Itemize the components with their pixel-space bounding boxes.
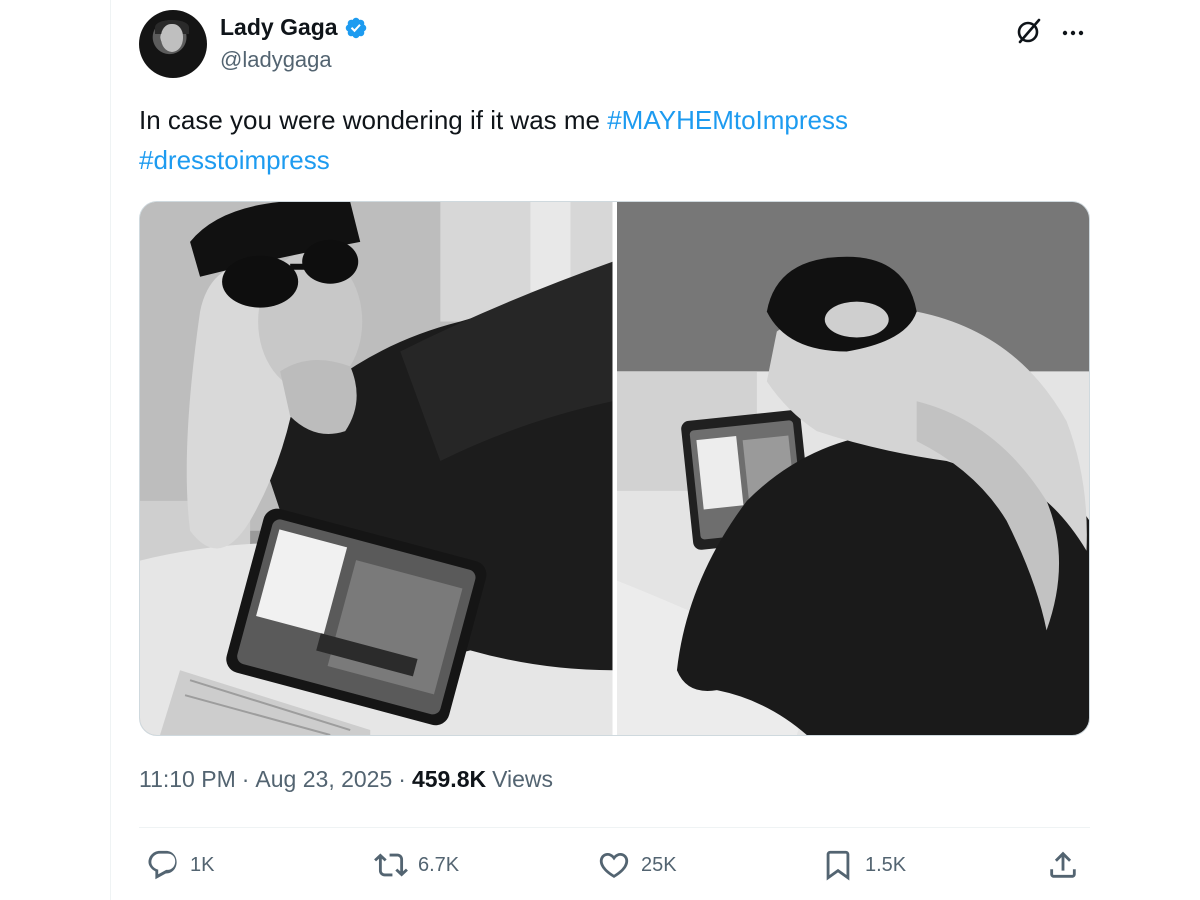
share-icon [1050, 851, 1076, 878]
tweet-date[interactable]: Aug 23, 2025 [255, 766, 392, 793]
repost-count: 6.7K [418, 853, 460, 876]
author-handle[interactable]: @ladygaga [220, 47, 332, 73]
bookmark-icon [826, 850, 850, 881]
tweet-header: Lady Gaga @ladygaga [138, 8, 1090, 78]
meta-separator: · [398, 766, 406, 792]
author-name[interactable]: Lady Gaga [220, 14, 338, 41]
meta-separator: · [241, 766, 250, 792]
heart-icon [599, 852, 629, 878]
grok-icon[interactable] [1014, 16, 1044, 46]
reply-icon [148, 850, 177, 880]
bookmark-count: 1.5K [865, 853, 907, 876]
like-button[interactable]: 25K [597, 848, 677, 882]
media-grid [139, 201, 1090, 736]
timeline-border [110, 0, 111, 900]
reply-count: 1K [190, 853, 215, 876]
photo-selfie-with-tablet[interactable] [140, 202, 613, 735]
tweet-time[interactable]: 11:10 PM [139, 766, 236, 793]
repost-icon [374, 853, 408, 877]
views-count: 459.8K [411, 766, 487, 792]
tweet-body: In case you were wondering if it was me [139, 105, 608, 135]
views-label: Views [492, 766, 554, 792]
author-name-row: Lady Gaga [220, 14, 368, 41]
repost-button[interactable]: 6.7K [374, 848, 459, 882]
tweet-meta: 11:10 PM · Aug 23, 2025 · 459.8K Views [139, 766, 553, 793]
reply-button[interactable]: 1K [146, 848, 214, 882]
verified-badge-icon[interactable] [344, 16, 368, 40]
photo-back-view-playing-tablet[interactable] [616, 202, 1089, 735]
tweet-text: In case you were wondering if it was me … [139, 100, 1079, 180]
hashtag-mayhemtoimpress[interactable]: #MAYHEMtoImpress [607, 105, 848, 135]
bookmark-button[interactable]: 1.5K [821, 848, 906, 882]
hashtag-dresstoimpress[interactable]: #dresstoimpress [139, 145, 330, 175]
like-count: 25K [641, 853, 677, 876]
tweet: Lady Gaga @ladygaga In case you were won… [138, 0, 1090, 900]
share-button[interactable] [1046, 848, 1080, 882]
divider [139, 827, 1090, 828]
avatar[interactable] [139, 10, 207, 78]
more-icon[interactable] [1058, 18, 1088, 48]
action-bar: 1K 6.7K 25K 1.5K [146, 848, 1090, 892]
